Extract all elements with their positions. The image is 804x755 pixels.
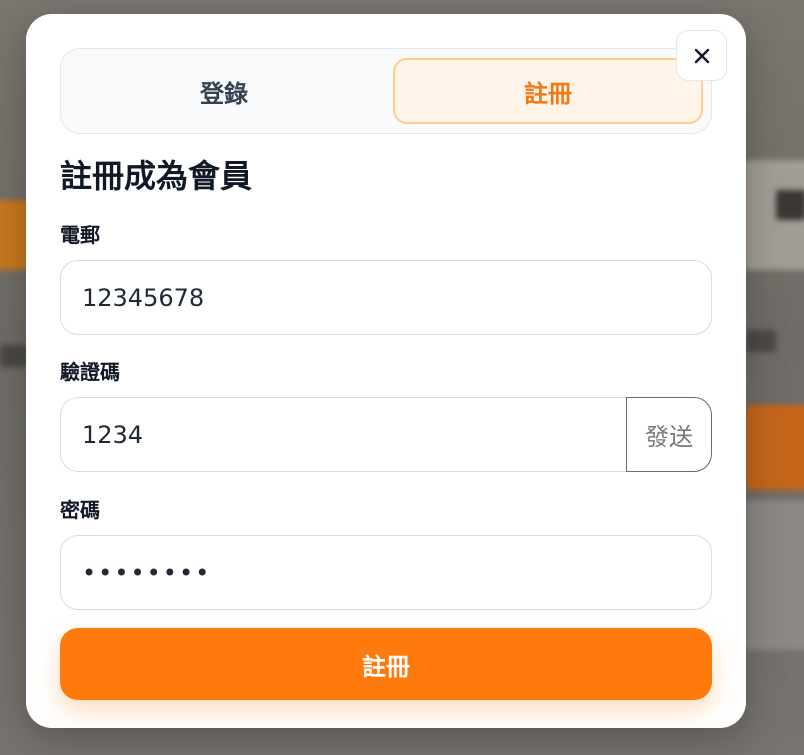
- close-icon: [694, 48, 709, 63]
- background-element: [746, 330, 776, 352]
- background-element: [776, 190, 804, 220]
- verification-code-input[interactable]: [60, 397, 627, 472]
- auth-modal: 登錄 註冊 註冊成為會員 電郵 驗證碼 發送 密碼 •••••••• 註冊: [26, 14, 746, 728]
- send-code-button[interactable]: 發送: [626, 397, 712, 472]
- form-title: 註冊成為會員: [60, 157, 253, 195]
- tab-login[interactable]: 登錄: [61, 58, 387, 124]
- email-label: 電郵: [60, 223, 100, 247]
- background-element: [0, 345, 28, 367]
- tab-register[interactable]: 註冊: [393, 58, 703, 124]
- auth-tab-bar: 登錄 註冊: [60, 48, 712, 134]
- email-field[interactable]: [60, 260, 712, 335]
- password-label: 密碼: [60, 498, 100, 522]
- background-element: [744, 500, 804, 650]
- verification-code-group: 發送: [60, 397, 712, 472]
- close-button[interactable]: [676, 30, 727, 81]
- password-field[interactable]: ••••••••: [60, 535, 712, 610]
- password-masked-value: ••••••••: [82, 558, 212, 587]
- register-submit-button[interactable]: 註冊: [60, 628, 712, 700]
- verification-code-label: 驗證碼: [60, 360, 120, 384]
- background-element: [744, 405, 804, 490]
